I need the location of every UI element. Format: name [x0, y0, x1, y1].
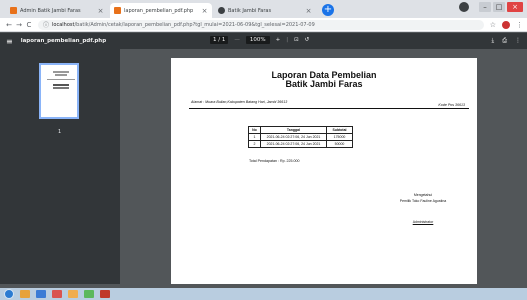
download-icon[interactable]: ⤓ — [492, 37, 495, 45]
tab-close-icon[interactable]: × — [305, 7, 312, 15]
tab-title: laporan_pembelian_pdf.php — [124, 7, 194, 14]
zoom-out-button[interactable]: — — [234, 37, 240, 43]
close-window-button[interactable]: × — [507, 2, 523, 12]
pdf-actions: ⤓ ⎙ ⋮ — [492, 37, 521, 45]
table-cell: 2021-06-24 02:27:06, 24 Jun 2021 — [260, 133, 327, 141]
forward-arrow-icon[interactable]: → — [14, 21, 24, 29]
total-income: Total Pendapatan : Rp. 225.000 — [249, 159, 300, 163]
column-header: No — [248, 126, 261, 134]
tab-favicon-icon — [10, 7, 17, 14]
table-row: 1 2021-06-24 02:27:06, 24 Jun 2021 17500… — [248, 133, 353, 141]
zoom-level[interactable]: 100% — [245, 36, 270, 44]
start-button[interactable] — [4, 289, 14, 299]
url-path: /batik/Admin/cetak/laporan_pembelian_pdf… — [74, 21, 315, 28]
taskbar-app-icon[interactable] — [68, 290, 78, 298]
table-cell: 2 — [248, 140, 261, 148]
new-tab-button[interactable]: + — [322, 4, 334, 16]
purchase-table: No Tanggal Subtotal 1 2021-06-24 02:27:0… — [248, 126, 353, 148]
table-cell: 175000 — [326, 133, 353, 141]
thumbnail-sidebar: 1 — [0, 49, 120, 284]
tab-batik-jambi[interactable]: Batik Jambi Faras × — [214, 3, 316, 18]
thumbnail-line — [53, 84, 69, 86]
thumbnail-line — [47, 79, 75, 80]
taskbar-app-icon[interactable] — [36, 290, 46, 298]
tab-strip: Admin Batik Jambi Faras × laporan_pembel… — [0, 0, 527, 18]
taskbar-app-icon[interactable] — [100, 290, 110, 298]
tab-close-icon[interactable]: × — [201, 7, 208, 15]
rotate-icon[interactable]: ↺ — [305, 37, 310, 43]
taskbar-app-icon[interactable] — [84, 290, 94, 298]
back-arrow-icon[interactable]: ← — [4, 21, 14, 29]
document-viewport[interactable]: Laporan Data Pembelian Batik Jambi Faras… — [120, 49, 527, 284]
signature-heading: Mengetahui — [413, 193, 433, 197]
postal-code: Kode Pos 36613 — [438, 103, 465, 107]
thumbnail-line — [53, 71, 69, 73]
address-bar[interactable]: ⓘ localhost /batik/Admin/cetak/laporan_p… — [38, 19, 484, 30]
window-controls: – □ × — [459, 2, 523, 12]
menu-icon[interactable]: ≡ — [6, 37, 13, 46]
avatar[interactable] — [502, 20, 510, 29]
table-header-row: No Tanggal Subtotal — [248, 126, 353, 134]
minimize-button[interactable]: – — [479, 2, 491, 12]
thumbnail-line — [53, 87, 69, 89]
table-cell: 50000 — [326, 140, 353, 148]
url-host: localhost — [52, 21, 75, 28]
tab-title: Admin Batik Jambi Faras — [20, 7, 81, 14]
signature-role: Pemilik Toko Fauline Agustina — [399, 199, 447, 203]
reload-icon[interactable]: C — [24, 21, 34, 29]
pdf-page: Laporan Data Pembelian Batik Jambi Faras… — [171, 58, 477, 284]
fit-page-icon[interactable]: ⊡ — [294, 37, 299, 43]
taskbar-app-icon[interactable] — [52, 290, 62, 298]
tab-laporan[interactable]: laporan_pembelian_pdf.php × — [110, 3, 212, 18]
store-address: Alamat : Muara Bulian,Kabupaten Batang H… — [191, 100, 288, 104]
globe-icon — [218, 7, 225, 14]
table-row: 2 2021-06-24 02:27:06, 24 Jun 2021 50000 — [248, 140, 353, 148]
thumbnail-page-number: 1 — [58, 129, 62, 135]
maximize-button[interactable]: □ — [493, 2, 505, 12]
tab-close-icon[interactable]: × — [97, 7, 104, 15]
signature-name: Administrator — [412, 220, 434, 224]
table-cell: 2021-06-24 02:27:06, 24 Jun 2021 — [260, 140, 327, 148]
star-icon[interactable]: ☆ — [490, 21, 496, 29]
tab-search-icon[interactable] — [459, 2, 469, 12]
taskbar-app-icon[interactable] — [20, 290, 30, 298]
more-menu-icon[interactable]: ⋮ — [516, 21, 523, 29]
os-taskbar — [0, 288, 527, 300]
more-options-icon[interactable]: ⋮ — [515, 37, 521, 45]
thumbnail-line — [55, 74, 67, 76]
divider: | — [286, 37, 289, 43]
pdf-filename: laporan_pembelian_pdf.php — [20, 38, 107, 44]
info-icon[interactable]: ⓘ — [43, 20, 49, 29]
divider-line — [189, 108, 469, 109]
browser-toolbar: ← → C ⓘ localhost /batik/Admin/cetak/lap… — [0, 18, 527, 32]
column-header: Subtotal — [326, 126, 353, 134]
report-subtitle: Batik Jambi Faras — [285, 79, 363, 89]
toolbar-right: ☆ ⋮ — [490, 20, 523, 29]
page-thumbnail[interactable] — [39, 63, 79, 119]
print-icon[interactable]: ⎙ — [502, 37, 507, 45]
page-indicator[interactable]: 1 / 1 — [210, 36, 229, 44]
pdf-toolbar: ≡ laporan_pembelian_pdf.php 1 / 1 — 100%… — [0, 33, 527, 49]
column-header: Tanggal — [260, 126, 327, 134]
tab-favicon-icon — [114, 7, 121, 14]
pdf-page-controls: 1 / 1 — 100% + | ⊡ ↺ — [210, 36, 309, 44]
zoom-in-button[interactable]: + — [276, 37, 281, 43]
browser-window: Admin Batik Jambi Faras × laporan_pembel… — [0, 0, 527, 300]
table-cell: 1 — [248, 133, 261, 141]
tab-admin[interactable]: Admin Batik Jambi Faras × — [6, 3, 108, 18]
tab-title: Batik Jambi Faras — [228, 7, 272, 14]
